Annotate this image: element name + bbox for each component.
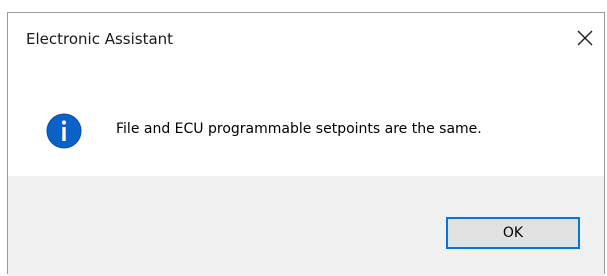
- background-window-text: ▀▀▀▀▀▀▀▀▀▀▀▀▀▀▀▀▀▀▀▀▀▀▀▀▀▀▀▀▀▀▀▀▀▀▀▀▀▀▀▀…: [14, 0, 607, 8]
- background-window: ▀▀▀▀▀▀▀▀▀▀▀▀▀▀▀▀▀▀▀▀▀▀▀▀▀▀▀▀▀▀▀▀▀▀▀▀▀▀▀▀…: [0, 0, 607, 12]
- dialog-footer: OK: [8, 176, 604, 276]
- info-icon: [46, 113, 82, 149]
- dialog-message: File and ECU programmable setpoints are …: [116, 121, 482, 137]
- message-dialog: Electronic Assistant File and ECU progra…: [7, 12, 605, 276]
- title-bar[interactable]: Electronic Assistant: [8, 13, 604, 68]
- ok-button[interactable]: OK: [446, 217, 580, 249]
- ok-button-label: OK: [502, 225, 524, 241]
- dialog-title: Electronic Assistant: [26, 30, 174, 48]
- dialog-content: File and ECU programmable setpoints are …: [8, 68, 604, 176]
- close-icon[interactable]: [572, 25, 598, 51]
